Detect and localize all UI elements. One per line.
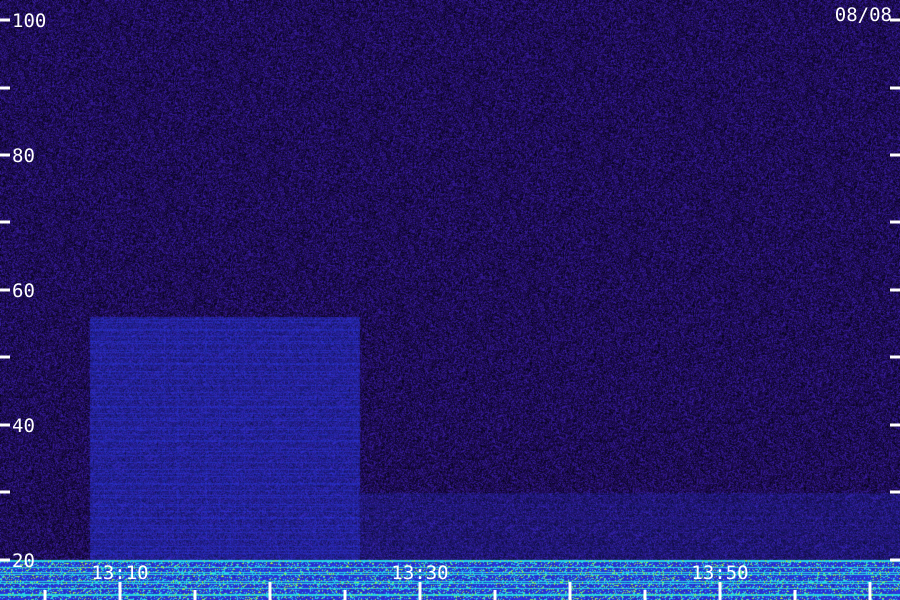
date-label: 08/08	[834, 4, 892, 26]
x-axis-bottom: 13:10 13:30 13:50	[43, 562, 872, 600]
y-tick-label-20: 20	[12, 550, 35, 572]
y-axis-right	[890, 18, 900, 562]
y-axis-left: 20 40 60 80 100	[0, 10, 46, 572]
y-tick-label-60: 60	[12, 280, 35, 302]
axes-overlay: 20 40 60 80 100 13:10 13:30 13:50	[0, 10, 900, 600]
x-tick-label-2: 13:50	[691, 562, 748, 584]
x-tick-label-0: 13:10	[91, 562, 148, 584]
x-tick-label-1: 13:30	[391, 562, 448, 584]
y-tick-label-40: 40	[12, 415, 35, 437]
y-tick-label-100: 100	[12, 10, 46, 32]
y-tick-label-80: 80	[12, 145, 35, 167]
